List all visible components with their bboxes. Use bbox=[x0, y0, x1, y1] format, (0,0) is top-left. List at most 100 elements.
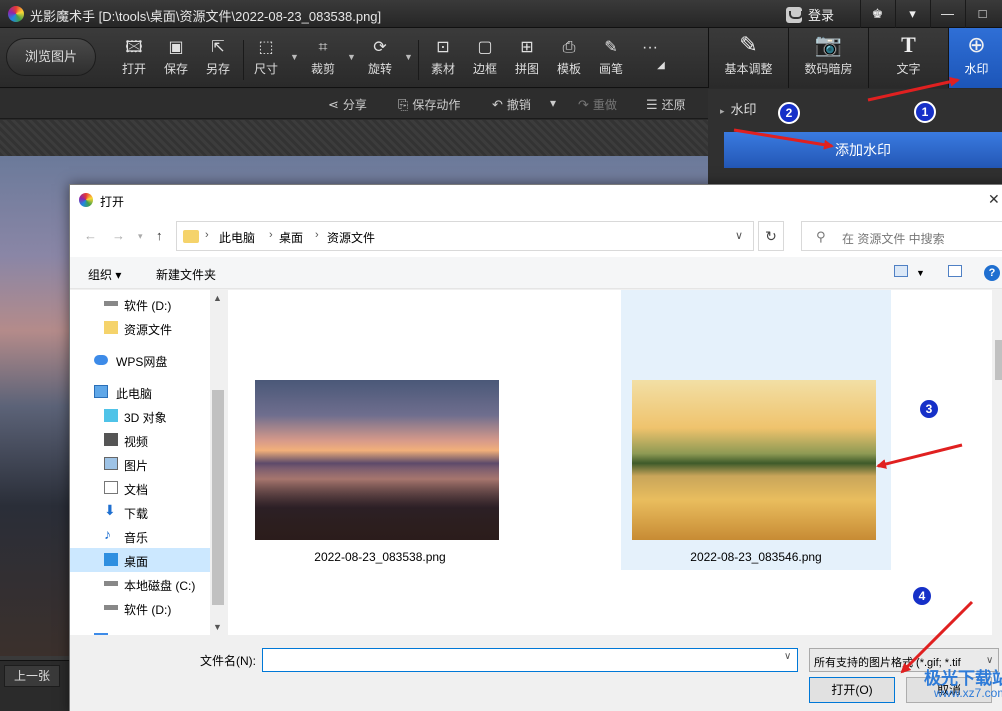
cloud-icon bbox=[94, 355, 108, 365]
tree-item-documents[interactable]: 文档 bbox=[70, 476, 210, 500]
file-item[interactable]: 2022-08-23_083538.png bbox=[228, 290, 499, 570]
new-folder-button[interactable]: 新建文件夹 bbox=[156, 266, 216, 283]
open-button[interactable]: 打开(O) bbox=[809, 677, 895, 703]
toolbar-separator bbox=[418, 40, 419, 80]
crop-dropdown-icon[interactable]: ▼ bbox=[347, 52, 356, 62]
restore-icon: ☰ bbox=[646, 97, 658, 112]
file-item-selected[interactable]: 2022-08-23_083546.png bbox=[621, 290, 891, 570]
tree-scrollbar[interactable]: ▲ ▼ bbox=[210, 290, 226, 635]
tree-item-3d-objects[interactable]: 3D 对象 bbox=[70, 404, 210, 428]
files-scroll-thumb[interactable] bbox=[995, 340, 1002, 380]
drive-icon bbox=[104, 581, 118, 586]
resize-icon: ⬚ bbox=[258, 39, 274, 56]
user-icon bbox=[786, 6, 803, 23]
filename-input[interactable] bbox=[262, 648, 798, 672]
tab-basic-adjust[interactable]: ✎ 基本调整 bbox=[709, 28, 789, 88]
tool-rotate[interactable]: ⟳ 旋转 bbox=[360, 38, 400, 82]
dialog-title-bar: 打开 ✕ bbox=[70, 185, 1002, 215]
add-watermark-button[interactable]: 添加水印 bbox=[724, 132, 1002, 168]
tool-more[interactable]: ··· ◢ bbox=[630, 38, 670, 82]
recent-locations-icon[interactable]: ▾ bbox=[138, 231, 143, 242]
tab-watermark[interactable]: ⊕ 水印 bbox=[949, 28, 1002, 88]
tree-item-desktop[interactable]: 桌面 bbox=[70, 548, 210, 572]
file-name: 2022-08-23_083538.png bbox=[314, 550, 446, 564]
save-action-icon: ⎘ bbox=[398, 97, 409, 112]
title-bar: 光影魔术手 [D:\tools\桌面\资源文件\2022-08-23_08353… bbox=[0, 0, 1002, 28]
tree-item-network[interactable]: 网络 bbox=[70, 628, 210, 635]
folder-icon bbox=[183, 230, 199, 243]
help-icon[interactable]: ? bbox=[984, 265, 1000, 281]
open-file-dialog: 打开 ✕ ← → ▾ ↑ › 此电脑 › 桌面 › 资源文件 ∨ ↻ ⚲ 在 资… bbox=[69, 184, 1002, 711]
breadcrumb-this-pc[interactable]: 此电脑 bbox=[219, 229, 255, 246]
address-bar[interactable]: › 此电脑 › 桌面 › 资源文件 ∨ bbox=[176, 221, 754, 251]
tree-scroll-thumb[interactable] bbox=[212, 390, 224, 605]
collage-icon: ⊞ bbox=[520, 39, 534, 56]
app-logo-icon bbox=[79, 193, 93, 207]
rotate-dropdown-icon[interactable]: ▼ bbox=[404, 52, 413, 62]
back-arrow-icon[interactable]: ← bbox=[84, 228, 97, 243]
address-dropdown-icon[interactable]: ∨ bbox=[735, 229, 743, 242]
browse-images-button[interactable]: 浏览图片 bbox=[6, 38, 96, 76]
menu-button[interactable]: ▾ bbox=[895, 0, 929, 28]
tool-crop[interactable]: ⌗ 裁剪 bbox=[303, 38, 343, 82]
undo-dropdown-icon[interactable]: ▾ bbox=[550, 96, 556, 110]
tool-material[interactable]: ⊡ 素材 bbox=[423, 38, 463, 82]
tool-save-as[interactable]: ⇱ 另存 bbox=[198, 38, 238, 82]
tree-item-videos[interactable]: 视频 bbox=[70, 428, 210, 452]
dialog-close-icon[interactable]: ✕ bbox=[988, 191, 1000, 208]
tool-collage[interactable]: ⊞ 拼图 bbox=[507, 38, 547, 82]
tree-item-resources[interactable]: 资源文件 bbox=[70, 316, 210, 340]
navigation-tree: 软件 (D:) 资源文件 WPS网盘 此电脑 3D 对象 视频 图片 文档 ⬇ 下… bbox=[70, 290, 226, 635]
minimize-button[interactable]: — bbox=[930, 0, 964, 28]
breadcrumb-desktop[interactable]: 桌面 bbox=[279, 229, 303, 246]
tree-item-drive-d[interactable]: 软件 (D:) bbox=[70, 292, 210, 316]
site-watermark-url: www.xz7.com bbox=[934, 686, 1002, 700]
tree-item-drive-d-2[interactable]: 软件 (D:) bbox=[70, 596, 210, 620]
maximize-button[interactable]: □ bbox=[965, 0, 999, 28]
tab-digital-darkroom[interactable]: 📷 数码暗房 bbox=[789, 28, 869, 88]
restore-button[interactable]: ☰ 还原 bbox=[646, 96, 686, 113]
tool-brush[interactable]: ✎ 画笔 bbox=[591, 38, 631, 82]
tree-item-pictures[interactable]: 图片 bbox=[70, 452, 210, 476]
minimize-icon: — bbox=[941, 6, 954, 21]
tree-item-downloads[interactable]: ⬇ 下载 bbox=[70, 500, 210, 524]
filename-dropdown-icon[interactable]: ∨ bbox=[784, 651, 791, 662]
crop-icon: ⌗ bbox=[318, 39, 328, 56]
undo-button[interactable]: ↶ 撤销 bbox=[492, 96, 531, 113]
files-scrollbar[interactable] bbox=[992, 290, 1002, 635]
tree-item-this-pc[interactable]: 此电脑 bbox=[70, 380, 210, 404]
redo-button[interactable]: ↷ 重做 bbox=[578, 96, 617, 113]
scroll-up-icon[interactable]: ▲ bbox=[213, 293, 222, 303]
forward-arrow-icon[interactable]: → bbox=[112, 228, 125, 243]
save-action-button[interactable]: ⎘ 保存动作 bbox=[398, 96, 460, 113]
view-dropdown-icon[interactable]: ▼ bbox=[916, 268, 925, 278]
folder-icon bbox=[104, 321, 118, 334]
tree-item-music[interactable]: ♪ 音乐 bbox=[70, 524, 210, 548]
refresh-button[interactable]: ↻ bbox=[758, 221, 784, 251]
breadcrumb-separator: › bbox=[205, 229, 209, 241]
organize-button[interactable]: 组织 ▾ bbox=[88, 266, 121, 283]
tool-open[interactable]: 🖾 打开 bbox=[114, 38, 154, 82]
skin-button[interactable]: ♚ bbox=[860, 0, 894, 28]
search-input[interactable]: ⚲ 在 资源文件 中搜索 bbox=[801, 221, 1002, 251]
breadcrumb-resources[interactable]: 资源文件 bbox=[327, 229, 375, 246]
tree-item-drive-c[interactable]: 本地磁盘 (C:) bbox=[70, 572, 210, 596]
canvas-pattern bbox=[0, 120, 708, 156]
tool-resize[interactable]: ⬚ 尺寸 bbox=[246, 38, 286, 82]
login-button[interactable]: 登录 bbox=[786, 5, 834, 24]
tab-text[interactable]: T 文字 bbox=[869, 28, 949, 88]
change-view-icon[interactable] bbox=[894, 265, 908, 277]
previous-image-button[interactable]: 上一张 bbox=[4, 665, 60, 687]
scroll-down-icon[interactable]: ▼ bbox=[213, 622, 222, 632]
tool-save[interactable]: ▣ 保存 bbox=[156, 38, 196, 82]
share-button[interactable]: ⋖ 分享 bbox=[328, 96, 367, 113]
up-arrow-icon[interactable]: ↑ bbox=[156, 228, 163, 243]
main-toolbar: 浏览图片 🖾 打开 ▣ 保存 ⇱ 另存 ⬚ 尺寸 ▼ ⌗ 裁剪 ▼ ⟳ 旋转 ▼ ⊡ 素材 ▢… bbox=[0, 28, 708, 88]
resize-dropdown-icon[interactable]: ▼ bbox=[290, 52, 299, 62]
tool-template[interactable]: ⎙ 模板 bbox=[549, 38, 589, 82]
preview-pane-icon[interactable] bbox=[948, 265, 962, 277]
tree-item-wps-cloud[interactable]: WPS网盘 bbox=[70, 348, 210, 372]
tool-border[interactable]: ▢ 边框 bbox=[465, 38, 505, 82]
watermark-section[interactable]: ▸ 水印 bbox=[720, 99, 757, 118]
window-title: 光影魔术手 [D:\tools\桌面\资源文件\2022-08-23_08353… bbox=[30, 9, 382, 24]
